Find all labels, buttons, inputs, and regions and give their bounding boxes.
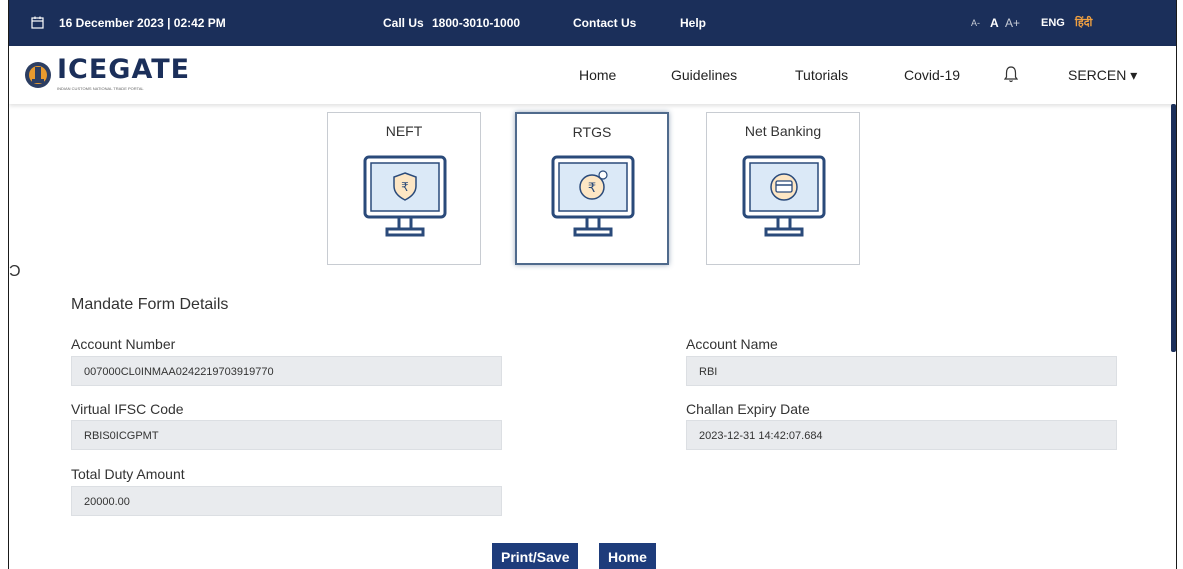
nav-home[interactable]: Home	[579, 46, 616, 104]
challan-expiry-label: Challan Expiry Date	[686, 401, 810, 417]
lang-hindi-button[interactable]: हिंदी	[1075, 0, 1092, 46]
scrollbar[interactable]	[1171, 104, 1176, 352]
contact-us-link[interactable]: Contact Us	[573, 0, 636, 46]
call-us-number[interactable]: 1800-3010-1000	[432, 0, 520, 46]
payment-option-netbanking[interactable]: Net Banking	[706, 112, 860, 265]
payment-option-label: RTGS	[572, 124, 612, 140]
bell-icon[interactable]	[1004, 65, 1018, 83]
help-link[interactable]: Help	[680, 0, 706, 46]
home-button[interactable]: Home	[599, 543, 656, 569]
payment-option-rtgs[interactable]: RTGS ₹	[515, 112, 669, 265]
virtual-ifsc-label: Virtual IFSC Code	[71, 401, 184, 417]
nav-covid19[interactable]: Covid-19	[904, 46, 960, 104]
svg-text:₹: ₹	[401, 180, 409, 194]
logo-wordmark: ICEGATE	[57, 54, 191, 85]
icegate-logo[interactable]: ICEGATE INDIAN CUSTOMS NATIONAL TRADE PO…	[23, 54, 208, 98]
main-header: ICEGATE INDIAN CUSTOMS NATIONAL TRADE PO…	[9, 46, 1176, 104]
account-name-field[interactable]: RBI	[686, 356, 1117, 386]
call-us-label: Call Us	[383, 16, 424, 30]
print-save-button[interactable]: Print/Save	[492, 543, 579, 569]
logo-tagline: INDIAN CUSTOMS NATIONAL TRADE PORTAL	[57, 86, 144, 91]
font-increase-button[interactable]: A+	[1005, 0, 1020, 46]
page-frame: 16 December 2023 | 02:42 PM Call Us 1800…	[8, 0, 1177, 569]
top-bar: 16 December 2023 | 02:42 PM Call Us 1800…	[9, 0, 1176, 46]
account-number-field[interactable]: 007000CL0INMAA0242219703919770	[71, 356, 502, 386]
calendar-icon	[31, 16, 44, 29]
account-number-label: Account Number	[71, 336, 176, 352]
current-datetime: 16 December 2023 | 02:42 PM	[59, 16, 226, 30]
font-decrease-button[interactable]: A-	[971, 0, 980, 46]
nav-guidelines[interactable]: Guidelines	[671, 46, 737, 104]
monitor-rupee-icon: ₹	[551, 155, 635, 237]
emblem-icon	[25, 62, 51, 88]
account-name-label: Account Name	[686, 336, 778, 352]
total-duty-field[interactable]: 20000.00	[71, 486, 502, 516]
font-normal-button[interactable]: A	[990, 0, 999, 46]
edge-fragment: Ɔ	[9, 263, 21, 280]
lang-english-button[interactable]: ENG	[1041, 0, 1065, 46]
monitor-shield-icon: ₹	[363, 155, 447, 237]
payment-option-label: NEFT	[385, 123, 423, 139]
virtual-ifsc-field[interactable]: RBIS0ICGPMT	[71, 420, 502, 450]
mandate-form-title: Mandate Form Details	[71, 296, 229, 313]
monitor-card-icon	[742, 155, 826, 237]
payment-option-neft[interactable]: NEFT ₹	[327, 112, 481, 265]
payment-option-label: Net Banking	[744, 123, 822, 139]
user-menu[interactable]: SERCEN ▾	[1068, 46, 1137, 104]
svg-text:₹: ₹	[588, 181, 596, 196]
challan-expiry-field[interactable]: 2023-12-31 14:42:07.684	[686, 420, 1117, 450]
total-duty-label: Total Duty Amount	[71, 466, 185, 482]
nav-tutorials[interactable]: Tutorials	[795, 46, 848, 104]
